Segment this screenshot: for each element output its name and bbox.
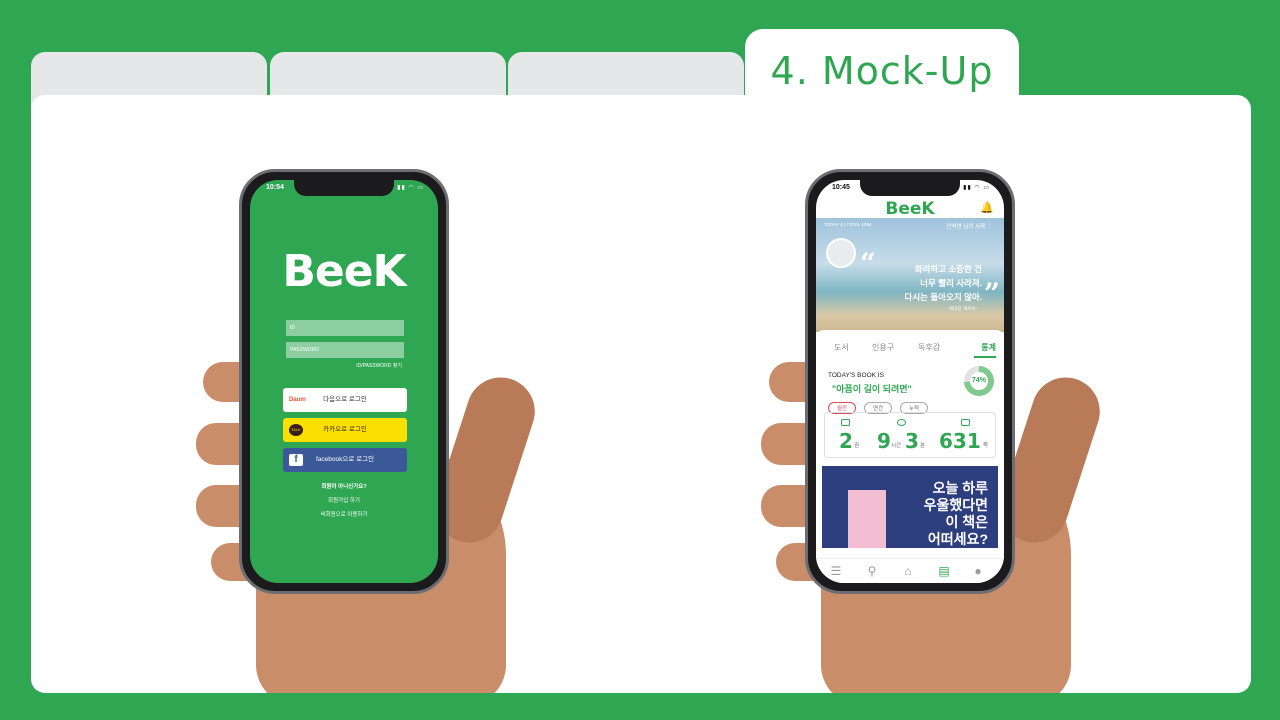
quote-banner: TODAY 4 | TOTAL 1094 안석영 님의 서재 ⋮ “ 화려하고 … (816, 218, 1004, 332)
library-owner[interactable]: 안석영 님의 서재 ⋮ (946, 222, 992, 230)
quote-line: 화려하고 소중한 건 (914, 264, 982, 274)
books-unit: 권 (854, 443, 860, 449)
recommend-line: 이 책은 (945, 514, 988, 530)
pages-unit: 쪽 (983, 443, 989, 449)
quote-line: 다시는 돌아오지 않아. (904, 292, 982, 302)
library-icon[interactable]: ▤ (936, 563, 952, 579)
minutes-value: 3 (905, 429, 919, 453)
recommend-line: 어떠세요? (927, 531, 988, 547)
progress-ring: 74% (964, 366, 994, 396)
password-input[interactable]: PASSWORD (286, 342, 404, 358)
book-cover-image (848, 490, 886, 548)
not-member-text: 회원이 아니신가요? (321, 484, 367, 490)
daum-login-label: 다음으로 로그인 (323, 396, 367, 403)
status-icons: ▮▮ ◠ ▭ (397, 185, 424, 191)
kakao-icon: TALK (289, 424, 303, 436)
facebook-login-button[interactable]: f facebook으로 로그인 (283, 448, 407, 472)
books-value: 2 (839, 429, 853, 453)
tab-quotes[interactable]: 인용구 (872, 342, 894, 353)
facebook-login-label: facebook으로 로그인 (315, 456, 375, 463)
app-logo: BeeK (885, 199, 935, 219)
section-title: 4. Mock-Up (770, 49, 994, 93)
status-time: 10:54 (266, 184, 284, 191)
status-icons: ▮▮ ◠ ▭ (963, 185, 990, 191)
id-input[interactable]: ID (286, 320, 404, 336)
quote-source: - 위대한 개츠비 - (946, 306, 978, 311)
progress-label: 74% (970, 372, 988, 390)
minutes-unit: 분 (920, 443, 926, 449)
phone-notch (294, 180, 394, 196)
tab-reviews[interactable]: 독후감 (918, 342, 940, 353)
reading-stats: 2 권 9 시간 3 분 631 쪽 (824, 412, 996, 458)
book-icon (841, 419, 850, 426)
search-icon[interactable]: ⚲ (864, 563, 880, 579)
folder-tab-active[interactable]: 4. Mock-Up (745, 29, 1019, 109)
home-icon[interactable]: ⌂ (900, 563, 916, 579)
recommend-banner[interactable]: 오늘 하루 우울했다면 이 책은 어떠세요? (822, 466, 998, 548)
recommend-line: 오늘 하루 (932, 480, 988, 496)
avatar[interactable] (826, 238, 856, 268)
signup-link[interactable]: 회원가입 하기 (250, 496, 438, 504)
today-label: TODAY'S BOOK IS (828, 372, 884, 379)
daum-login-button[interactable]: Daum 다음으로 로그인 (283, 388, 407, 412)
status-time: 10:45 (832, 184, 850, 191)
tab-stats[interactable]: 통계 (981, 342, 996, 353)
clock-icon (897, 419, 906, 426)
menu-icon[interactable]: ☰ (828, 563, 844, 579)
facebook-icon: f (289, 454, 303, 466)
recommend-text: 오늘 하루 우울했다면 이 책은 어떠세요? (924, 480, 988, 548)
main-phone: 10:45 ▮▮ ◠ ▭ BeeK 🔔 TODAY 4 | TOTAL 1094… (805, 169, 1015, 594)
phone-notch (860, 180, 960, 196)
pages-value: 631 (939, 429, 981, 453)
bell-icon[interactable]: 🔔 (980, 201, 994, 214)
page-icon (961, 419, 970, 426)
bottom-nav: ☰ ⚲ ⌂ ▤ ● (816, 558, 1004, 583)
app-logo: BeeK (282, 246, 406, 297)
today-book-title[interactable]: "아픔이 길이 되려면" (832, 382, 912, 395)
kakao-login-button[interactable]: TALK 카카오로 로그인 (283, 418, 407, 442)
open-quote-icon: “ (860, 247, 877, 280)
profile-icon[interactable]: ● (970, 563, 986, 579)
login-screen: 10:54 ▮▮ ◠ ▭ BeeK ID PASSWORD ID/PASSWOR… (250, 180, 438, 583)
content-panel: 10:54 ▮▮ ◠ ▭ BeeK ID PASSWORD ID/PASSWOR… (31, 95, 1251, 693)
stats-card: 도서 인용구 독후감 통계 TODAY'S BOOK IS "아픔이 길이 되려… (816, 330, 1004, 583)
hours-unit: 시간 (891, 443, 902, 449)
recommend-line: 우울했다면 (923, 497, 988, 513)
close-quote-icon: ” (983, 277, 1000, 310)
active-tab-indicator (974, 356, 996, 358)
tab-books[interactable]: 도서 (834, 342, 849, 353)
main-screen: 10:45 ▮▮ ◠ ▭ BeeK 🔔 TODAY 4 | TOTAL 1094… (816, 180, 1004, 583)
find-account-link[interactable]: ID/PASSWORD 찾기 (356, 362, 402, 369)
hours-value: 9 (877, 429, 891, 453)
content-tabs: 도서 인용구 독후감 통계 (826, 342, 996, 358)
kakao-login-label: 카카오로 로그인 (323, 426, 367, 433)
guest-link[interactable]: 비회원으로 이용하기 (250, 510, 438, 518)
quote-line: 너무 빨리 사라져. (920, 278, 982, 288)
login-phone: 10:54 ▮▮ ◠ ▭ BeeK ID PASSWORD ID/PASSWOR… (239, 169, 449, 594)
quote-text: 화려하고 소중한 건 너무 빨리 사라져. 다시는 돌아오지 않아. (905, 262, 982, 304)
visit-stats: TODAY 4 | TOTAL 1094 (824, 222, 872, 227)
daum-icon: Daum (289, 397, 306, 403)
